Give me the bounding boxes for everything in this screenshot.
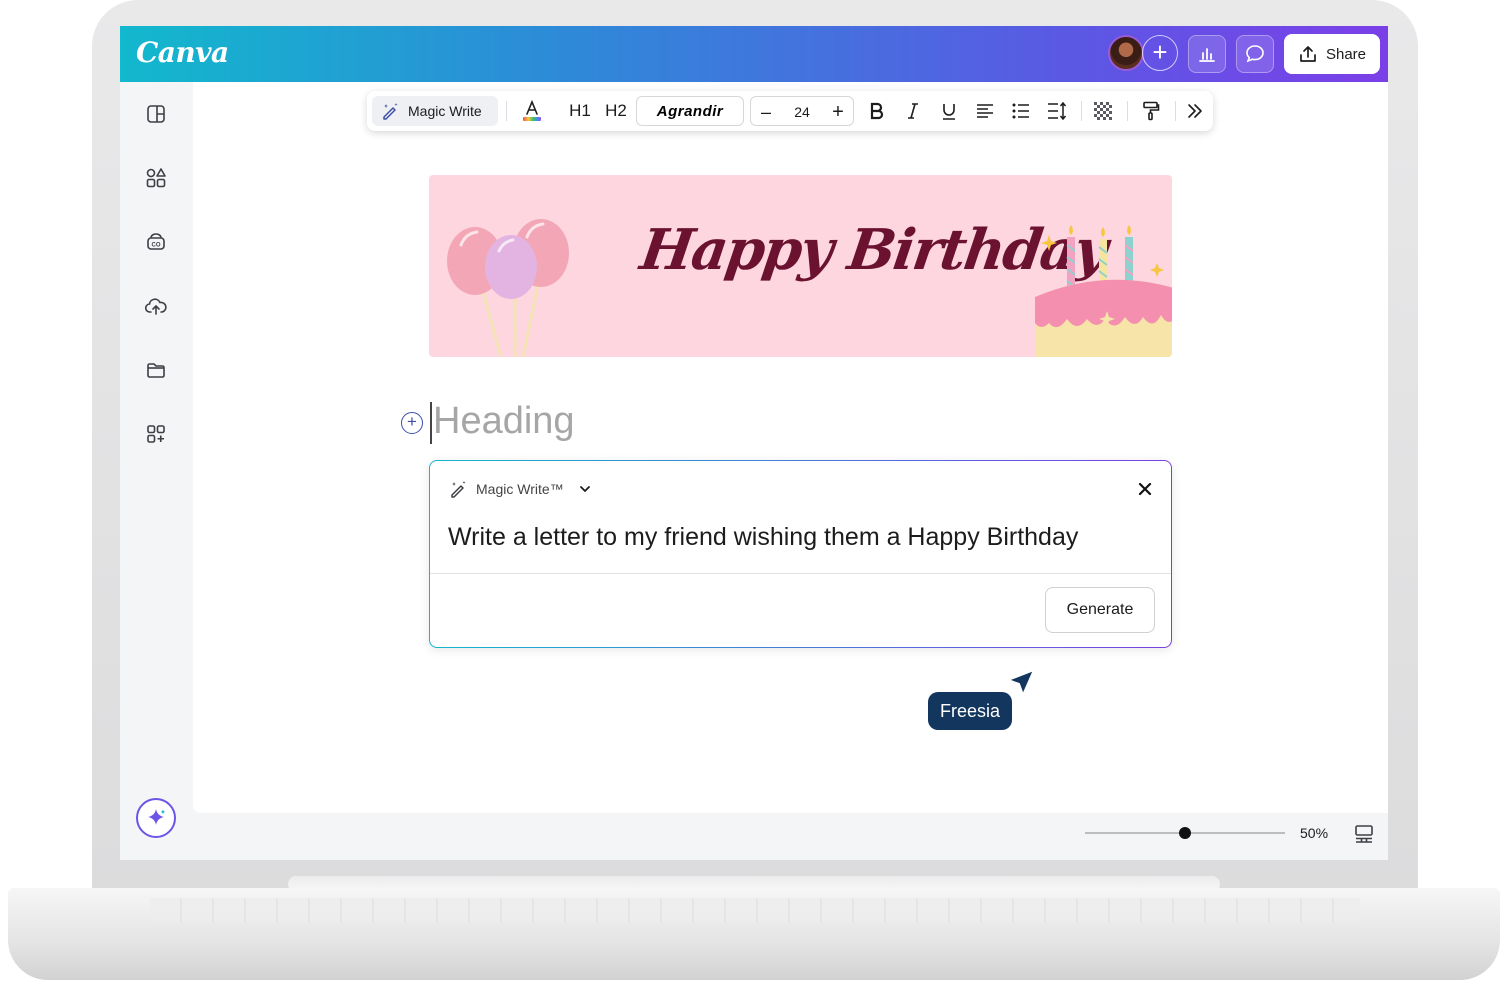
decrease-font-size-button[interactable]: – xyxy=(751,92,781,132)
double-chevron-right-icon xyxy=(1188,104,1202,118)
generate-button[interactable]: Generate xyxy=(1045,587,1155,633)
bold-icon xyxy=(870,102,884,120)
share-button[interactable]: Share xyxy=(1284,34,1380,74)
more-options-button[interactable] xyxy=(1181,91,1209,131)
sidebar-item-uploads[interactable] xyxy=(144,294,168,318)
birthday-cake-illustration xyxy=(1035,225,1172,357)
cloud-upload-icon xyxy=(145,298,167,315)
list-button[interactable] xyxy=(1007,91,1035,131)
transparency-icon xyxy=(1094,102,1112,120)
apps-icon xyxy=(147,425,165,443)
comment-icon xyxy=(1246,45,1264,63)
magic-write-label: Magic Write xyxy=(408,103,482,119)
sidebar-item-projects[interactable] xyxy=(144,358,168,382)
italic-icon xyxy=(908,103,918,119)
heading-2-button[interactable]: H2 xyxy=(599,91,633,131)
sidebar-item-elements[interactable] xyxy=(144,166,168,190)
text-color-icon xyxy=(523,99,541,121)
magic-write-header[interactable]: Magic Write™ xyxy=(448,479,592,499)
magic-write-button[interactable]: Magic Write xyxy=(372,96,498,126)
comments-button[interactable] xyxy=(1236,35,1274,73)
transparency-button[interactable] xyxy=(1089,91,1117,131)
zoom-slider-handle[interactable] xyxy=(1179,827,1191,839)
increase-font-size-button[interactable]: + xyxy=(823,92,853,132)
close-button[interactable] xyxy=(1137,477,1153,503)
collaborator-cursor-icon xyxy=(1007,669,1035,696)
toolbar-divider xyxy=(506,101,507,121)
magic-assistant-button[interactable] xyxy=(136,798,176,838)
toolbar-divider xyxy=(1175,101,1176,121)
magic-pen-icon xyxy=(383,103,398,120)
align-left-icon xyxy=(977,104,993,118)
font-family-select[interactable]: Agrandir xyxy=(636,96,744,126)
align-button[interactable] xyxy=(971,91,999,131)
birthday-banner[interactable]: Happy Birthday xyxy=(429,175,1172,357)
bullet-list-icon xyxy=(1012,103,1029,119)
zoom-percentage[interactable]: 50% xyxy=(1300,825,1328,841)
close-icon xyxy=(1138,482,1152,496)
magic-pen-icon xyxy=(451,481,466,498)
spacing-button[interactable] xyxy=(1043,91,1071,131)
underline-icon xyxy=(943,104,955,120)
share-label: Share xyxy=(1325,45,1367,63)
svg-text:CO: CO xyxy=(152,243,161,249)
bar-chart-icon xyxy=(1199,48,1215,62)
app-window: Canva + Share CO 50% Magic Write H1 H2 A… xyxy=(120,26,1388,860)
text-cursor xyxy=(430,402,432,444)
sidebar-item-apps[interactable] xyxy=(144,422,168,446)
italic-button[interactable] xyxy=(899,91,927,131)
canva-logo[interactable]: Canva xyxy=(136,36,229,69)
add-block-button[interactable]: + xyxy=(401,412,423,434)
layout-icon xyxy=(147,105,165,123)
folder-icon xyxy=(147,363,165,378)
text-toolbar: Magic Write H1 H2 Agrandir – 24 + xyxy=(367,91,1213,131)
grid-view-button[interactable] xyxy=(1354,824,1374,849)
toolbar-divider xyxy=(1081,101,1082,121)
toolbar-divider xyxy=(1127,101,1128,121)
balloons-illustration xyxy=(447,219,569,357)
text-color-button[interactable] xyxy=(517,91,547,131)
font-size-stepper: – 24 + xyxy=(750,96,854,126)
top-bar: Canva + Share xyxy=(120,26,1388,82)
sparkle-icon xyxy=(148,809,166,825)
line-spacing-icon xyxy=(1048,102,1067,120)
magic-write-prompt-input[interactable]: Write a letter to my friend wishing them… xyxy=(448,523,1078,552)
magic-write-panel: Magic Write™ Write a letter to my friend… xyxy=(429,460,1172,648)
upload-icon xyxy=(1300,46,1316,62)
bold-button[interactable] xyxy=(863,91,891,131)
font-size-input[interactable]: 24 xyxy=(783,92,821,132)
sidebar-item-brand[interactable]: CO xyxy=(144,230,168,254)
add-collaborator-button[interactable]: + xyxy=(1142,35,1178,71)
magic-write-title: Magic Write™ xyxy=(476,481,564,497)
copy-style-button[interactable] xyxy=(1137,91,1165,131)
heading-placeholder[interactable]: Heading xyxy=(433,400,575,443)
user-avatar[interactable] xyxy=(1108,35,1144,71)
brand-icon: CO xyxy=(147,233,165,250)
pages-view-icon xyxy=(1355,825,1373,843)
paint-roller-icon xyxy=(1143,101,1160,121)
shapes-icon xyxy=(146,168,166,188)
sidebar-item-design[interactable] xyxy=(144,102,168,126)
bottom-bar xyxy=(192,813,1388,860)
heading-1-button[interactable]: H1 xyxy=(563,91,597,131)
panel-divider xyxy=(430,573,1171,574)
chevron-down-icon xyxy=(579,486,590,492)
sidebar: CO xyxy=(120,82,192,860)
collaborator-name-tag: Freesia xyxy=(928,692,1013,730)
laptop-keyboard xyxy=(150,898,1360,922)
insights-button[interactable] xyxy=(1188,35,1226,73)
underline-button[interactable] xyxy=(935,91,963,131)
